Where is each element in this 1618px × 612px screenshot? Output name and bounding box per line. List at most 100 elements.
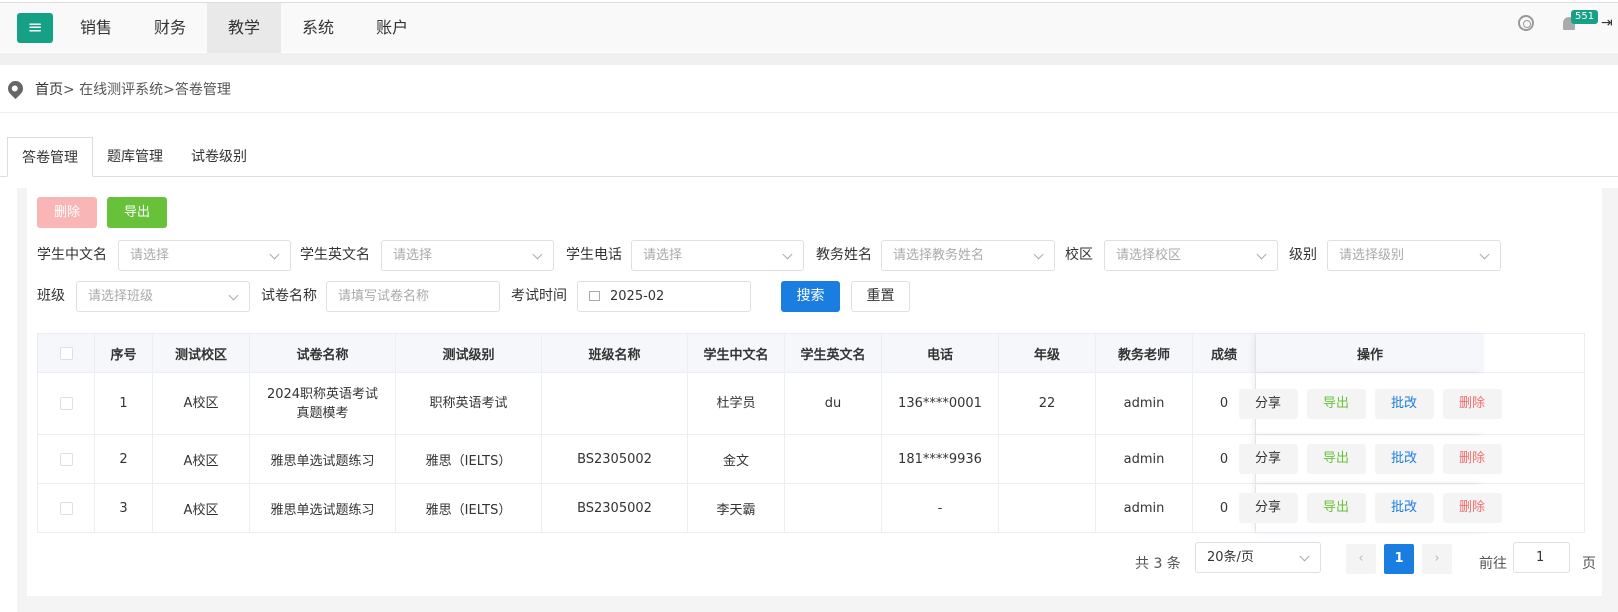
- filter-label-class: 班级: [37, 288, 65, 304]
- nav-item-system[interactable]: 系统: [281, 3, 355, 53]
- row-class: [542, 373, 688, 434]
- grade-button[interactable]: 批改: [1374, 493, 1434, 523]
- next-page-button[interactable]: ›: [1422, 544, 1452, 574]
- row-cn-name: 杜学员: [688, 373, 785, 434]
- current-page-button[interactable]: 1: [1384, 544, 1414, 574]
- globe-icon[interactable]: [1518, 15, 1534, 31]
- cn-name-select[interactable]: 请选择: [118, 240, 291, 271]
- location-pin-icon: [4, 77, 27, 100]
- row-en-name: [785, 484, 882, 532]
- chevron-down-icon: [532, 249, 543, 260]
- row-en-name: [785, 435, 882, 483]
- nav-item-sales[interactable]: 销售: [59, 3, 133, 53]
- row-checkbox[interactable]: [59, 501, 73, 515]
- filter-label-staff: 教务姓名: [816, 247, 872, 263]
- row-phone: 136****0001: [882, 373, 999, 434]
- column-header: 试卷名称: [250, 334, 396, 372]
- grade-button[interactable]: 批改: [1374, 388, 1434, 419]
- share-button[interactable]: 分享: [1238, 444, 1298, 474]
- chevron-down-icon: [1299, 551, 1310, 562]
- row-paper-name: 雅思单选试题练习: [250, 435, 396, 483]
- filter-label-en-name: 学生英文名: [300, 247, 370, 263]
- row-grade: [999, 484, 1096, 532]
- class-select[interactable]: 请选择班级: [76, 281, 250, 312]
- goto-page-input[interactable]: 1: [1513, 542, 1570, 573]
- en-name-select[interactable]: 请选择: [381, 240, 554, 271]
- paper-name-input[interactable]: 请填写试卷名称: [326, 281, 500, 312]
- table-row: 1 A校区 2024职称英语考试真题模考 职称英语考试 杜学员 du 136**…: [38, 373, 1584, 435]
- row-class: BS2305002: [542, 435, 688, 483]
- row-number: 3: [95, 484, 153, 532]
- exam-date-picker[interactable]: 2025-02: [577, 281, 751, 312]
- goto-label: 前往: [1479, 556, 1507, 572]
- nav-item-finance[interactable]: 财务: [133, 3, 207, 53]
- row-delete-button[interactable]: 删除: [1442, 444, 1502, 474]
- table-row: 3 A校区 雅思单选试题练习 雅思（IELTS） BS2305002 李天霸 -…: [38, 484, 1584, 532]
- menu-icon[interactable]: ≡: [17, 12, 53, 43]
- row-checkbox[interactable]: [59, 452, 73, 466]
- pagination-total: 共 3 条: [1135, 556, 1181, 572]
- column-header: 班级名称: [542, 334, 688, 372]
- search-button[interactable]: 搜索: [781, 281, 840, 312]
- chevron-down-icon: [1479, 249, 1490, 260]
- export-button[interactable]: 导出: [107, 197, 167, 228]
- chevron-down-icon: [269, 249, 280, 260]
- row-phone: 181****9936: [882, 435, 999, 483]
- row-phone: -: [882, 484, 999, 532]
- delete-button[interactable]: 删除: [37, 197, 97, 228]
- column-header: 学生中文名: [688, 334, 785, 372]
- tab-answer-sheets[interactable]: 答卷管理: [7, 137, 93, 177]
- column-header: 学生英文名: [785, 334, 882, 372]
- filter-label-phone: 学生电话: [566, 247, 622, 263]
- tab-question-bank[interactable]: 题库管理: [93, 137, 177, 177]
- page-size-select[interactable]: 20条/页: [1195, 542, 1321, 573]
- row-en-name: du: [785, 373, 882, 434]
- table-row: 2 A校区 雅思单选试题练习 雅思（IELTS） BS2305002 金文 18…: [38, 435, 1584, 484]
- row-grade: 22: [999, 373, 1096, 434]
- top-nav: ≡ 销售 财务 教学 系统 账户: [0, 2, 1618, 53]
- chevron-down-icon: [782, 249, 793, 260]
- phone-select[interactable]: 请选择: [631, 240, 804, 271]
- row-delete-button[interactable]: 删除: [1442, 388, 1502, 419]
- prev-page-button[interactable]: ‹: [1346, 544, 1376, 574]
- staff-select[interactable]: 请选择教务姓名: [881, 240, 1055, 271]
- row-class: BS2305002: [542, 484, 688, 532]
- filter-label-cn-name: 学生中文名: [37, 247, 107, 263]
- nav-item-account[interactable]: 账户: [355, 3, 429, 53]
- row-cn-name: 金文: [688, 435, 785, 483]
- breadcrumb-home[interactable]: 首页: [35, 82, 63, 98]
- row-actions: 分享 导出 批改 删除: [1238, 484, 1502, 532]
- row-number: 1: [95, 373, 153, 434]
- filter-label-level: 级别: [1289, 247, 1317, 263]
- breadcrumb-path: > 在线测评系统>答卷管理: [63, 81, 231, 98]
- chevron-down-icon: [1256, 249, 1267, 260]
- level-select[interactable]: 请选择级别: [1327, 240, 1501, 271]
- campus-select[interactable]: 请选择校区: [1104, 240, 1278, 271]
- reset-button[interactable]: 重置: [851, 281, 910, 312]
- column-header: 操作: [1256, 334, 1484, 372]
- nav-item-teaching[interactable]: 教学: [207, 2, 282, 53]
- tab-bar: 答卷管理 题库管理 试卷级别: [7, 137, 261, 177]
- row-number: 2: [95, 435, 153, 483]
- share-button[interactable]: 分享: [1238, 493, 1298, 523]
- select-all-checkbox[interactable]: [59, 346, 73, 360]
- row-export-button[interactable]: 导出: [1306, 444, 1366, 474]
- logout-icon[interactable]: ⇥: [1601, 15, 1613, 31]
- row-export-button[interactable]: 导出: [1306, 493, 1366, 523]
- page-suffix: 页: [1582, 556, 1596, 572]
- filter-label-date: 考试时间: [511, 288, 567, 304]
- grade-button[interactable]: 批改: [1374, 444, 1434, 474]
- column-header: 年级: [999, 334, 1096, 372]
- row-checkbox[interactable]: [59, 397, 73, 410]
- table-header-row: 序号 测试校区 试卷名称 测试级别 班级名称 学生中文名 学生英文名 电话 年级…: [38, 334, 1584, 373]
- row-staff: admin: [1096, 435, 1193, 483]
- header-spacer: [0, 53, 1618, 65]
- column-header: 序号: [95, 334, 153, 372]
- row-actions: 分享 导出 批改 删除: [1238, 435, 1502, 483]
- select-all-cell: [38, 334, 95, 372]
- row-delete-button[interactable]: 删除: [1442, 493, 1502, 523]
- share-button[interactable]: 分享: [1238, 388, 1298, 419]
- row-actions: 分享 导出 批改 删除: [1238, 373, 1502, 434]
- row-export-button[interactable]: 导出: [1306, 388, 1366, 419]
- tab-paper-levels[interactable]: 试卷级别: [177, 137, 261, 177]
